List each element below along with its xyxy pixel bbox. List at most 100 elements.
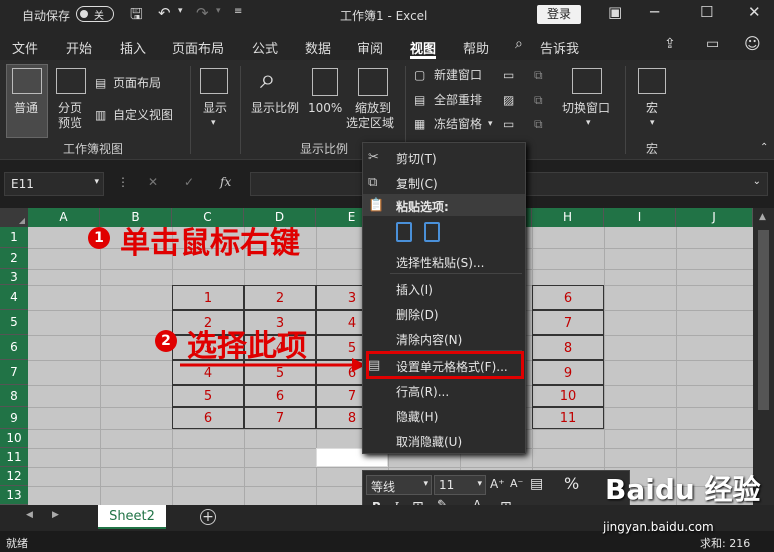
- autosave-toggle[interactable]: 关: [76, 6, 114, 22]
- scrollbar-thumb[interactable]: [758, 230, 769, 410]
- tell-me[interactable]: 告诉我: [540, 38, 579, 57]
- add-sheet-button[interactable]: +: [200, 509, 216, 525]
- freeze-panes-button[interactable]: 冻结窗格: [434, 117, 482, 132]
- menu-item-unhide[interactable]: 取消隐藏(U): [396, 433, 462, 450]
- minimize-icon[interactable]: ─: [650, 3, 659, 21]
- table-cell[interactable]: 6: [244, 385, 316, 407]
- table-cell[interactable]: 1: [172, 285, 244, 310]
- tab-file[interactable]: 文件: [12, 38, 38, 57]
- row-header-7[interactable]: 7: [0, 360, 28, 385]
- custom-view-button[interactable]: 自定义视图: [113, 108, 173, 123]
- zoom-selection-label-1[interactable]: 缩放到: [355, 101, 391, 116]
- save-icon[interactable]: 🖫: [130, 4, 143, 29]
- name-box[interactable]: E11 ▾: [4, 172, 104, 196]
- menu-item-row-height[interactable]: 行高(R)...: [396, 383, 449, 400]
- page-break-label-2[interactable]: 预览: [58, 116, 82, 131]
- menu-item-cut[interactable]: 剪切(T): [396, 150, 437, 167]
- arrange-all-icon[interactable]: ▤: [414, 93, 425, 108]
- insert-function-icon[interactable]: fx: [220, 175, 231, 189]
- paste-values-icon[interactable]: [424, 222, 440, 242]
- undo-icon[interactable]: ↶: [158, 4, 171, 22]
- show-button[interactable]: 显示: [203, 101, 227, 116]
- tab-page-layout[interactable]: 页面布局: [172, 38, 224, 57]
- column-header-j[interactable]: J: [676, 208, 753, 227]
- new-window-button[interactable]: 新建窗口: [434, 68, 482, 83]
- tab-view[interactable]: 视图: [410, 38, 436, 57]
- table-cell[interactable]: 11: [532, 407, 604, 429]
- decrease-font-icon[interactable]: A⁻: [510, 477, 523, 490]
- table-cell[interactable]: 8: [532, 335, 604, 360]
- custom-view-icon[interactable]: ▥: [95, 108, 106, 123]
- freeze-icon[interactable]: ▦: [414, 117, 425, 132]
- scroll-up-icon[interactable]: ▲: [759, 212, 766, 222]
- chevron-down-icon[interactable]: ⌄: [753, 176, 761, 187]
- increase-font-icon[interactable]: A⁺: [490, 477, 505, 491]
- vertical-scrollbar[interactable]: ▲: [753, 208, 774, 505]
- customize-qat-icon[interactable]: ≡: [234, 6, 242, 17]
- enter-icon[interactable]: ✓: [184, 175, 194, 189]
- row-header-12[interactable]: 12: [0, 467, 28, 486]
- close-icon[interactable]: ✕: [748, 3, 761, 21]
- table-cell[interactable]: 7: [532, 310, 604, 335]
- page-layout-view-button[interactable]: 页面布局: [113, 76, 161, 91]
- menu-item-clear[interactable]: 清除内容(N): [396, 331, 462, 348]
- login-button[interactable]: 登录: [537, 5, 581, 24]
- menu-item-insert[interactable]: 插入(I): [396, 281, 433, 298]
- table-cell[interactable]: 6: [172, 407, 244, 429]
- row-header-13[interactable]: 13: [0, 486, 28, 505]
- split-icon[interactable]: ▭: [503, 68, 514, 83]
- search-icon[interactable]: ⌕: [515, 36, 523, 52]
- row-header-6[interactable]: 6: [0, 335, 28, 360]
- sync-scroll-icon[interactable]: ⧉: [534, 93, 543, 108]
- tab-insert[interactable]: 插入: [120, 38, 146, 57]
- menu-item-paste-special[interactable]: 选择性粘贴(S)...: [396, 254, 484, 271]
- chevron-down-icon[interactable]: ▾: [211, 116, 216, 131]
- chevron-down-icon[interactable]: ▾: [650, 116, 655, 131]
- zoom-100-icon[interactable]: [312, 68, 338, 96]
- undo-dropdown-icon[interactable]: ▾: [178, 6, 183, 16]
- tab-review[interactable]: 审阅: [357, 38, 383, 57]
- table-cell[interactable]: 6: [532, 285, 604, 310]
- row-header-10[interactable]: 10: [0, 429, 28, 448]
- menu-item-delete[interactable]: 删除(D): [396, 306, 439, 323]
- row-header-8[interactable]: 8: [0, 385, 28, 407]
- menu-item-hide[interactable]: 隐藏(H): [396, 408, 438, 425]
- show-icon[interactable]: [200, 68, 228, 94]
- tab-formulas[interactable]: 公式: [252, 38, 278, 57]
- more-icon[interactable]: ⋮: [117, 175, 129, 189]
- prev-sheet-icon[interactable]: ◀: [26, 510, 33, 520]
- chevron-down-icon[interactable]: ▾: [488, 117, 493, 132]
- chevron-down-icon[interactable]: ▾: [94, 177, 99, 187]
- select-all-corner[interactable]: ◢: [0, 208, 28, 227]
- macro-button[interactable]: 宏: [646, 101, 658, 116]
- zoom-icon[interactable]: ⌕: [260, 64, 276, 94]
- view-side-by-side-icon[interactable]: ⧉: [534, 68, 543, 83]
- zoom-selection-icon[interactable]: [358, 68, 388, 96]
- paste-clipboard-icon[interactable]: [396, 222, 412, 242]
- row-header-5[interactable]: 5: [0, 310, 28, 335]
- tab-home[interactable]: 开始: [66, 38, 92, 57]
- percent-icon[interactable]: %: [564, 474, 579, 493]
- table-cell[interactable]: 7: [244, 407, 316, 429]
- table-cell[interactable]: 10: [532, 385, 604, 407]
- column-header-h[interactable]: H: [532, 208, 604, 227]
- macro-icon[interactable]: [638, 68, 666, 94]
- font-name-box[interactable]: 等线 ▾: [366, 475, 432, 495]
- comment-icon[interactable]: ▭: [706, 36, 719, 52]
- switch-window-icon[interactable]: [572, 68, 602, 94]
- new-window-icon[interactable]: ▢: [414, 68, 425, 83]
- tab-help[interactable]: 帮助: [463, 38, 489, 57]
- page-break-label-1[interactable]: 分页: [58, 101, 82, 116]
- maximize-icon[interactable]: ☐: [700, 3, 713, 21]
- zoom-button[interactable]: 显示比例: [251, 101, 299, 116]
- row-header-2[interactable]: 2: [0, 248, 28, 269]
- table-cell[interactable]: 5: [172, 385, 244, 407]
- row-header-1[interactable]: 1: [0, 227, 28, 248]
- chevron-down-icon[interactable]: ▾: [586, 116, 591, 131]
- next-sheet-icon[interactable]: ▶: [52, 510, 59, 520]
- chevron-down-icon[interactable]: ▾: [423, 479, 428, 489]
- arrange-all-button[interactable]: 全部重排: [434, 93, 482, 108]
- row-header-3[interactable]: 3: [0, 269, 28, 285]
- redo-dropdown-icon[interactable]: ▾: [216, 6, 221, 16]
- share-icon[interactable]: ⇪: [664, 36, 676, 52]
